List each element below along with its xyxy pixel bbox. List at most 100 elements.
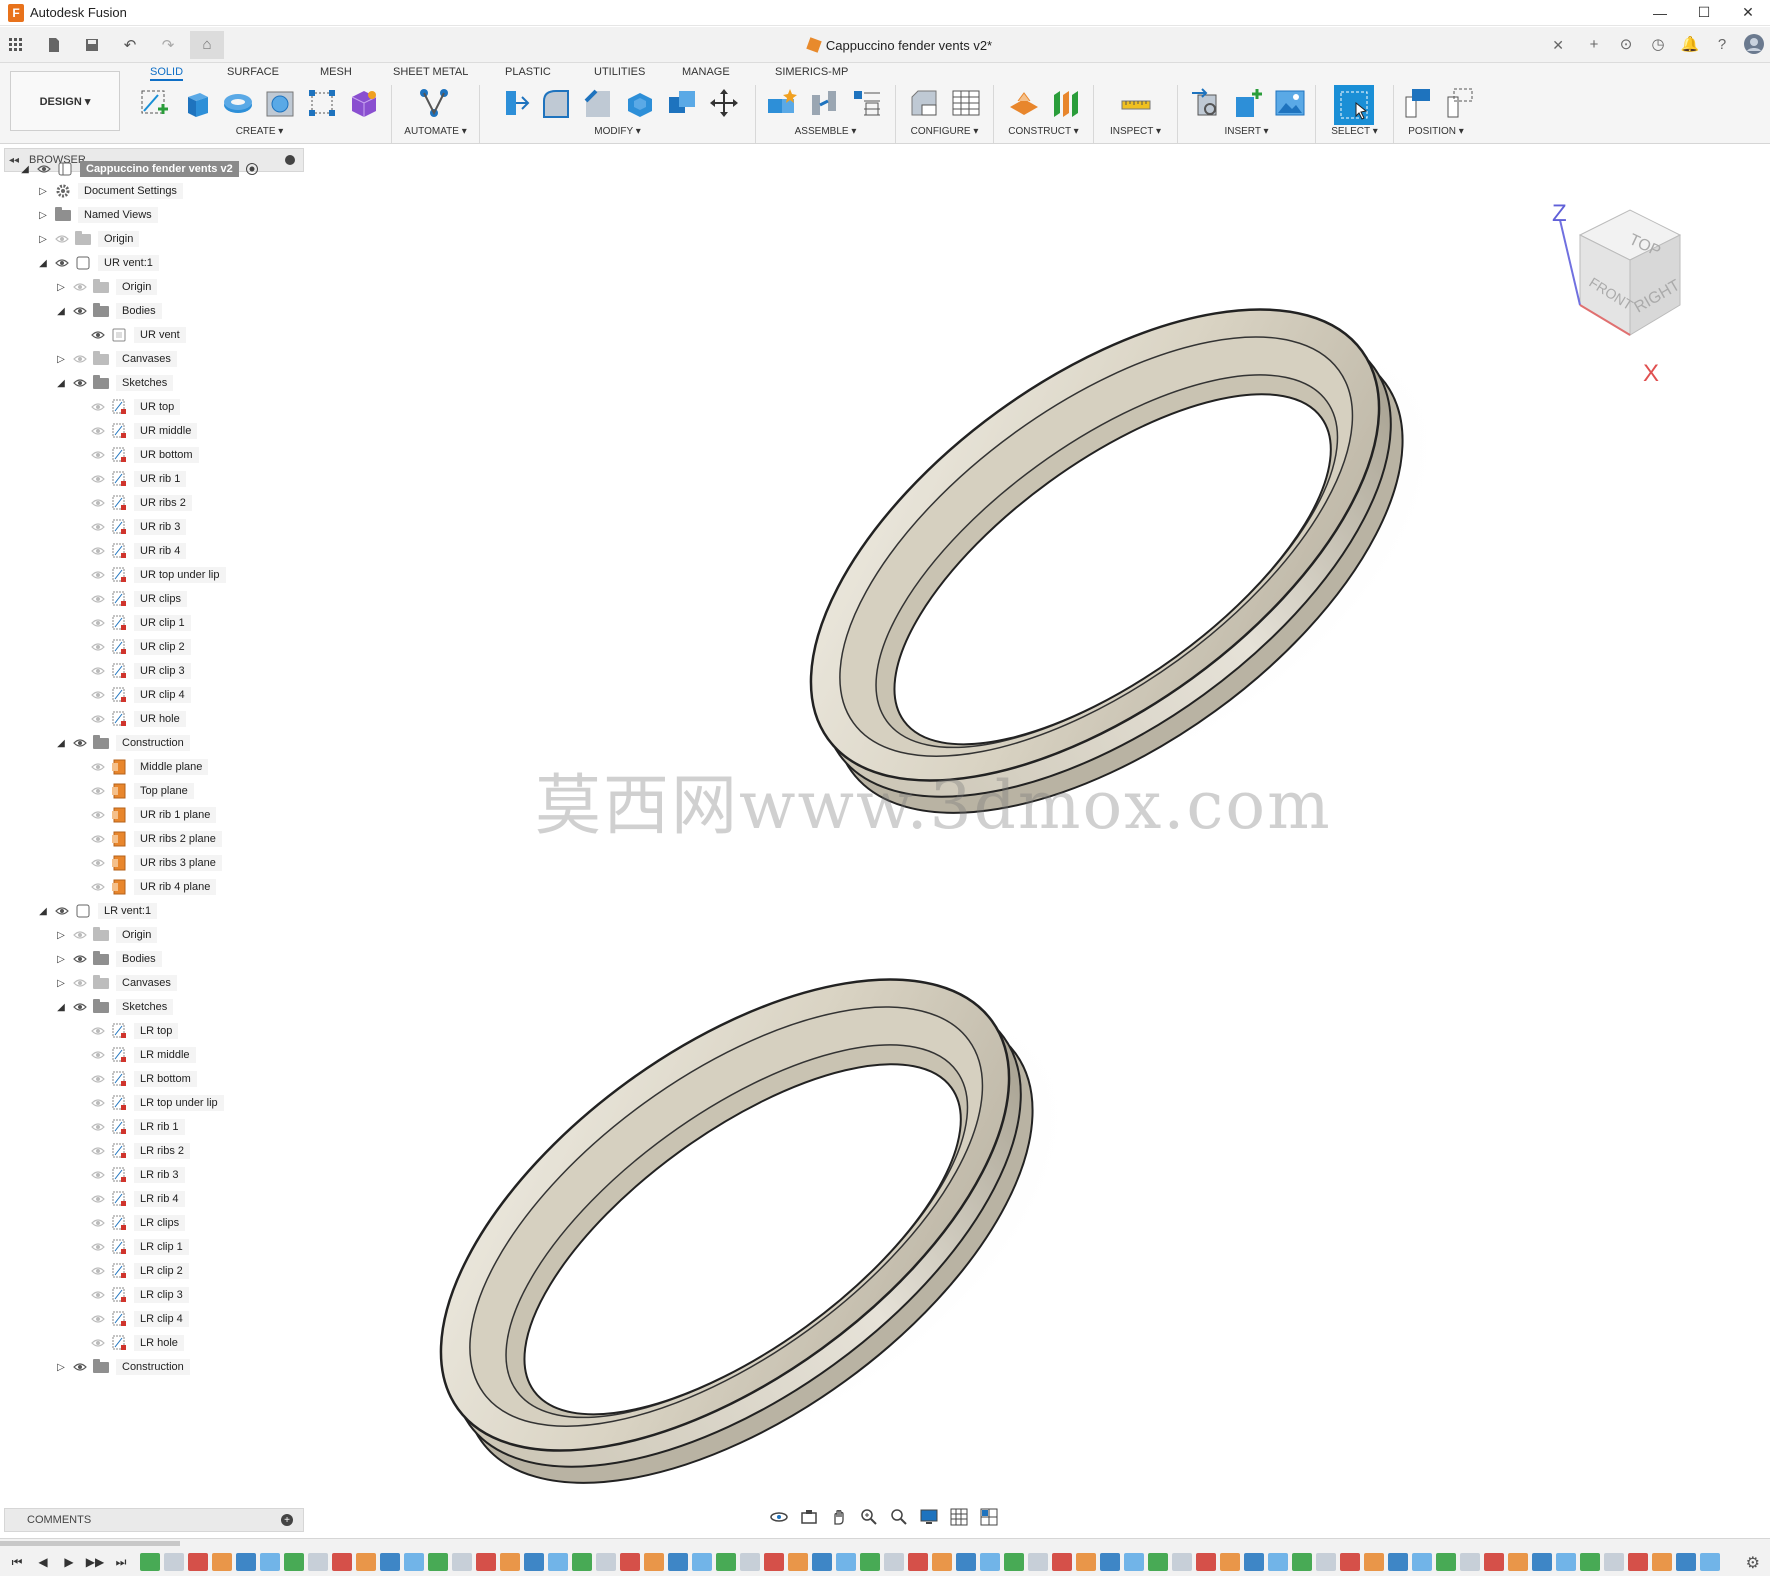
tab-mesh[interactable]: MESH xyxy=(320,63,352,81)
browser-tree-row[interactable]: ▷ Construction xyxy=(54,1356,190,1378)
visibility-eye-icon[interactable] xyxy=(36,162,52,176)
collapse-triangle-icon[interactable]: ▷ xyxy=(54,952,68,966)
construct-group-label[interactable]: CONSTRUCT ▾ xyxy=(994,126,1093,137)
timeline-feature-icon[interactable] xyxy=(1460,1553,1480,1571)
timeline-feature-icon[interactable] xyxy=(788,1553,808,1571)
browser-tree-row[interactable]: LR rib 4 xyxy=(72,1188,185,1210)
visibility-eye-icon[interactable] xyxy=(72,352,88,366)
timeline-feature-icon[interactable] xyxy=(1076,1553,1096,1571)
browser-tree-label[interactable]: UR bottom xyxy=(134,447,199,463)
save-icon[interactable] xyxy=(80,33,104,57)
browser-tree-label[interactable]: UR clip 1 xyxy=(134,615,191,631)
browser-tree-row[interactable]: UR clip 4 xyxy=(72,684,191,706)
browser-tree-label[interactable]: UR vent xyxy=(134,327,186,343)
tab-sheet-metal[interactable]: SHEET METAL xyxy=(393,63,468,81)
fillet-icon[interactable] xyxy=(538,85,574,121)
browser-tree-label[interactable]: Construction xyxy=(116,735,190,751)
visibility-eye-icon[interactable] xyxy=(90,1048,106,1062)
browser-tree-label[interactable]: Construction xyxy=(116,1359,190,1375)
new-component-icon[interactable] xyxy=(764,85,800,121)
browser-tree-label[interactable]: Canvases xyxy=(116,975,177,991)
browser-tree-row[interactable]: ▷ Origin xyxy=(36,228,140,250)
browser-tree-row[interactable]: ▷ Document Settings xyxy=(36,180,183,202)
browser-tree-label[interactable]: UR clip 4 xyxy=(134,687,191,703)
tab-simerics-mp[interactable]: SIMERICS-MP xyxy=(775,63,848,81)
visibility-eye-icon[interactable] xyxy=(90,664,106,678)
timeline-feature-icon[interactable] xyxy=(212,1553,232,1571)
browser-tree-row[interactable]: ▷ Canvases xyxy=(54,972,177,994)
timeline-feature-icon[interactable] xyxy=(356,1553,376,1571)
pattern-icon[interactable] xyxy=(304,85,340,121)
timeline-feature-icon[interactable] xyxy=(740,1553,760,1571)
configuration-table-icon[interactable] xyxy=(948,85,984,121)
orbit-icon[interactable] xyxy=(768,1507,790,1527)
insert-canvas-icon[interactable] xyxy=(1272,85,1308,121)
timeline-feature-icon[interactable] xyxy=(668,1553,688,1571)
move-copy-icon[interactable] xyxy=(706,85,742,121)
timeline-feature-icon[interactable] xyxy=(1484,1553,1504,1571)
browser-tree-label[interactable]: UR rib 3 xyxy=(134,519,187,535)
visibility-eye-icon[interactable] xyxy=(90,1264,106,1278)
browser-tree-label[interactable]: UR rib 1 xyxy=(134,471,187,487)
browser-tree-row[interactable]: UR top xyxy=(72,396,181,418)
shell-icon[interactable] xyxy=(622,85,658,121)
browser-tree-row[interactable]: UR clip 2 xyxy=(72,636,191,658)
browser-tree-row[interactable]: LR rib 1 xyxy=(72,1116,185,1138)
browser-tree-row[interactable]: UR rib 3 xyxy=(72,516,187,538)
browser-tree-label[interactable]: UR ribs 2 plane xyxy=(134,831,222,847)
browser-tree-label[interactable]: UR clips xyxy=(134,591,187,607)
look-at-icon[interactable] xyxy=(798,1507,820,1527)
comments-panel[interactable]: COMMENTS + xyxy=(4,1508,304,1532)
browser-tree-row[interactable]: UR rib 1 plane xyxy=(72,804,217,826)
collapse-triangle-icon[interactable]: ▷ xyxy=(36,184,50,198)
automate-icon[interactable] xyxy=(416,85,452,121)
browser-tree-label[interactable]: LR hole xyxy=(134,1335,184,1351)
modify-group-label[interactable]: MODIFY ▾ xyxy=(480,126,755,137)
timeline-feature-icon[interactable] xyxy=(644,1553,664,1571)
timeline-feature-icon[interactable] xyxy=(1436,1553,1456,1571)
browser-tree-row[interactable]: UR middle xyxy=(72,420,198,442)
browser-tree-label[interactable]: UR middle xyxy=(134,423,198,439)
insert-group-label[interactable]: INSERT ▾ xyxy=(1178,126,1315,137)
visibility-eye-icon[interactable] xyxy=(72,1000,88,1014)
visibility-eye-icon[interactable] xyxy=(90,1072,106,1086)
browser-tree-row[interactable]: LR rib 3 xyxy=(72,1164,185,1186)
revolve-icon[interactable] xyxy=(220,85,256,121)
timeline-forward-button[interactable]: ▶▶ xyxy=(86,1553,104,1571)
timeline-feature-icon[interactable] xyxy=(1124,1553,1144,1571)
timeline-feature-icon[interactable] xyxy=(548,1553,568,1571)
timeline-feature-icon[interactable] xyxy=(1004,1553,1024,1571)
undo-icon[interactable]: ↶ xyxy=(118,33,142,57)
extensions-icon[interactable]: ⊙ xyxy=(1610,30,1642,58)
tab-manage[interactable]: MANAGE xyxy=(682,63,730,81)
visibility-eye-icon[interactable] xyxy=(90,1312,106,1326)
browser-tree-row[interactable]: ▷ Named Views xyxy=(36,204,158,226)
browser-tree-label[interactable]: Bodies xyxy=(116,303,162,319)
insert-mesh-icon[interactable] xyxy=(1230,85,1266,121)
timeline-feature-icon[interactable] xyxy=(260,1553,280,1571)
browser-tree-label[interactable]: LR clip 2 xyxy=(134,1263,189,1279)
form-icon[interactable] xyxy=(346,85,382,121)
expand-triangle-icon[interactable]: ◢ xyxy=(54,736,68,750)
expand-triangle-icon[interactable]: ◢ xyxy=(54,1000,68,1014)
visibility-eye-icon[interactable] xyxy=(90,1192,106,1206)
home-icon[interactable]: ⌂ xyxy=(190,30,224,59)
configure-group-label[interactable]: CONFIGURE ▾ xyxy=(896,126,993,137)
browser-tree-row[interactable]: ▷ Origin xyxy=(54,276,158,298)
timeline-scrub-bar[interactable] xyxy=(0,1541,180,1546)
grid-snap-icon[interactable] xyxy=(948,1507,970,1527)
timeline-feature-icon[interactable] xyxy=(1220,1553,1240,1571)
browser-tree-label[interactable]: UR ribs 3 plane xyxy=(134,855,222,871)
expand-triangle-icon[interactable]: ◢ xyxy=(54,304,68,318)
browser-tree-label[interactable]: LR top under lip xyxy=(134,1095,224,1111)
browser-tree-label[interactable]: Sketches xyxy=(116,999,174,1015)
browser-tree-row[interactable]: LR middle xyxy=(72,1044,196,1066)
browser-tree-label[interactable]: Top plane xyxy=(134,783,194,799)
create-group-label[interactable]: CREATE ▾ xyxy=(128,126,391,137)
browser-tree-label[interactable]: LR clip 4 xyxy=(134,1311,189,1327)
timeline-play-button[interactable]: ▶ xyxy=(60,1553,78,1571)
timeline-feature-icon[interactable] xyxy=(1532,1553,1552,1571)
press-pull-icon[interactable] xyxy=(496,85,532,121)
visibility-eye-icon[interactable] xyxy=(90,520,106,534)
timeline-start-button[interactable]: ⏮ xyxy=(8,1553,26,1571)
